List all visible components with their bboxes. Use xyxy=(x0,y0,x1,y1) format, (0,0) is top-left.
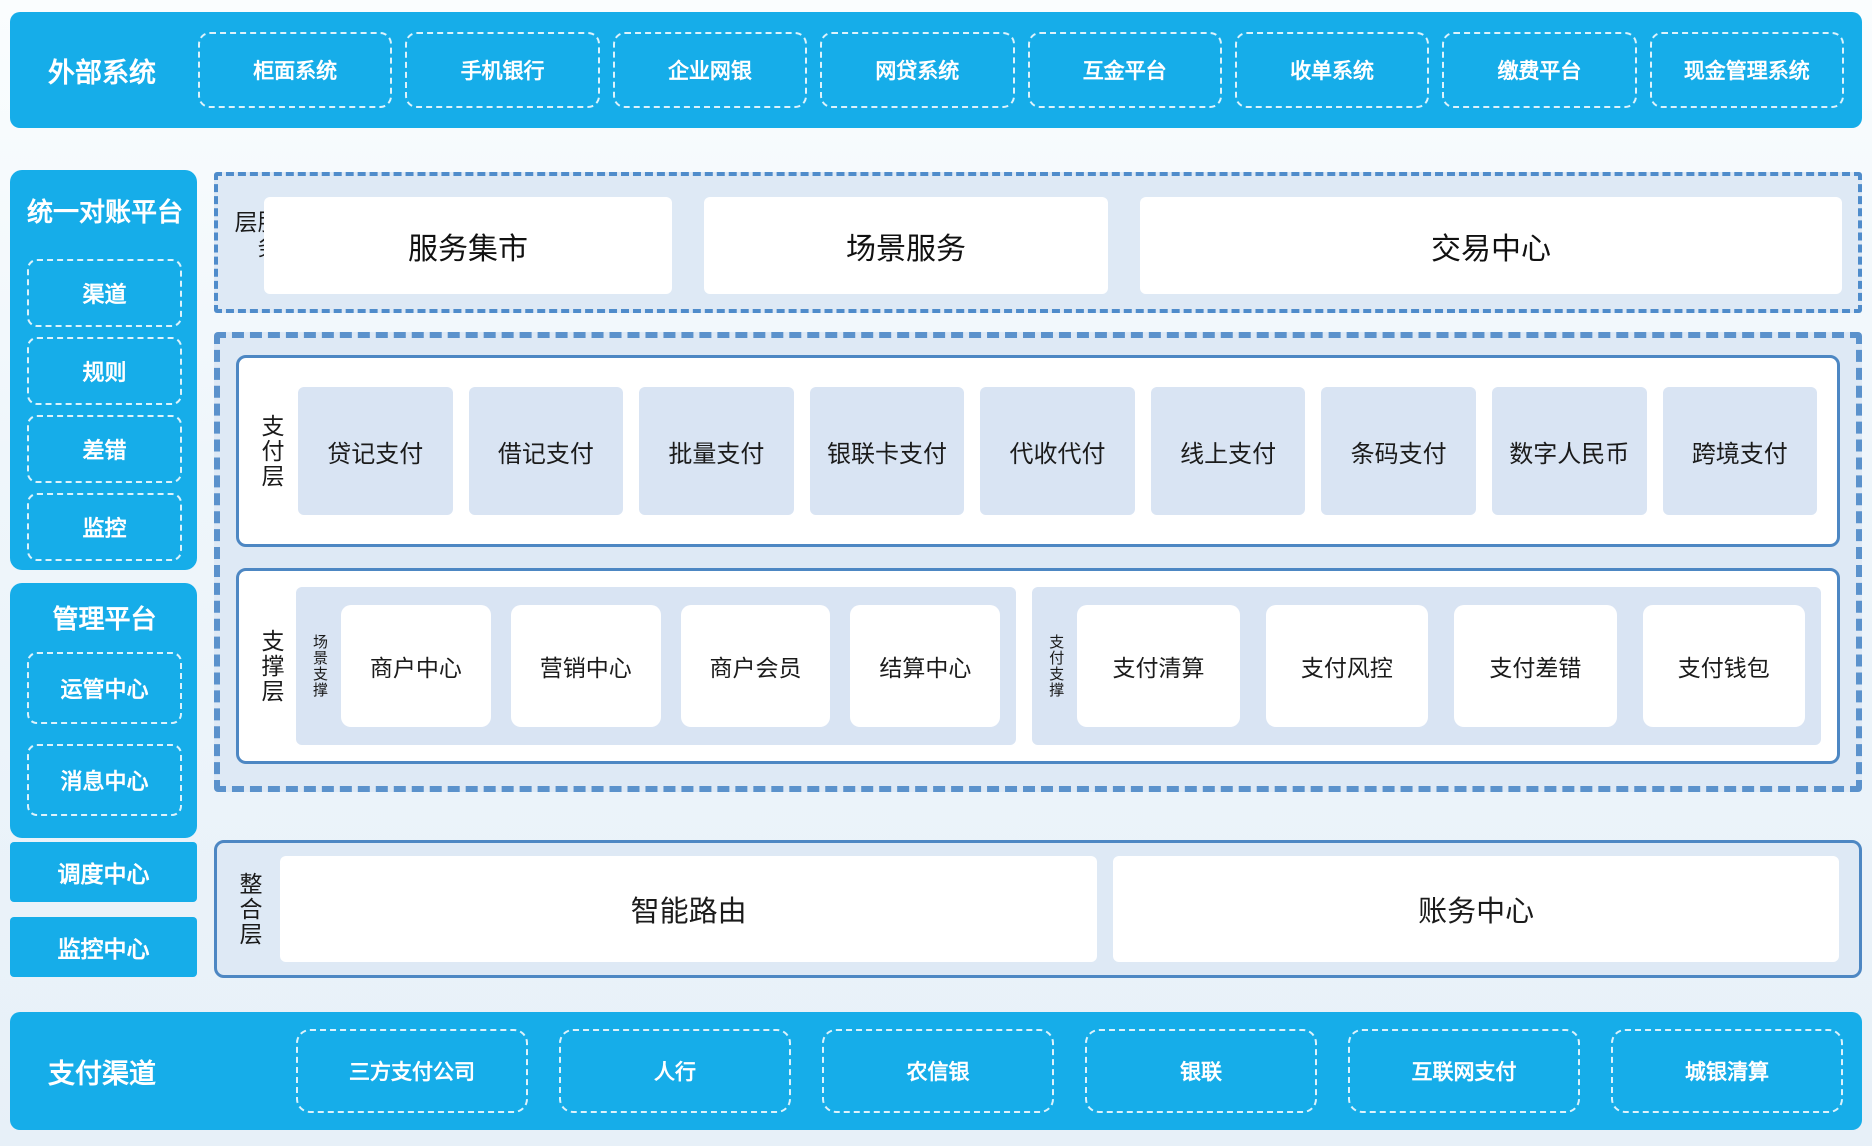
payment-item: 批量支付 xyxy=(639,387,794,515)
payment-support-item: 支付差错 xyxy=(1454,605,1616,727)
support-layer: 支撑层 场景支撑 商户中心 营销中心 商户会员 结算中心 支付支撑 支付清算 支… xyxy=(236,568,1840,764)
payment-channel-item: 三方支付公司 xyxy=(296,1029,528,1113)
reconciliation-items: 渠道 规则 差错 监控 xyxy=(27,259,182,561)
external-system-item: 现金管理系统 xyxy=(1650,32,1844,108)
payment-item: 银联卡支付 xyxy=(810,387,965,515)
integration-layer: 整合层 智能路由 账务中心 xyxy=(214,840,1862,978)
payment-channel-item: 银联 xyxy=(1085,1029,1317,1113)
payment-support-item: 支付清算 xyxy=(1077,605,1239,727)
integration-item: 智能路由 xyxy=(280,856,1097,962)
integration-layer-label: 整合层 xyxy=(237,872,260,947)
scene-support-items: 商户中心 营销中心 商户会员 结算中心 xyxy=(341,605,1000,727)
core-layers-container: 支付层 贷记支付 借记支付 批量支付 银联卡支付 代收代付 线上支付 条码支付 … xyxy=(214,332,1862,792)
management-item: 消息中心 xyxy=(27,744,182,816)
management-platform-panel: 管理平台 运管中心 消息中心 xyxy=(10,583,197,838)
external-system-item: 互金平台 xyxy=(1028,32,1222,108)
reconciliation-item: 渠道 xyxy=(27,259,182,327)
external-system-item: 收单系统 xyxy=(1235,32,1429,108)
support-layer-panels: 场景支撑 商户中心 营销中心 商户会员 结算中心 支付支撑 支付清算 支付风控 … xyxy=(296,587,1821,745)
reconciliation-item: 规则 xyxy=(27,337,182,405)
reconciliation-platform-panel: 统一对账平台 渠道 规则 差错 监控 xyxy=(10,170,197,570)
external-system-item: 缴费平台 xyxy=(1442,32,1636,108)
payment-item: 跨境支付 xyxy=(1663,387,1818,515)
external-system-item: 手机银行 xyxy=(405,32,599,108)
payment-layer: 支付层 贷记支付 借记支付 批量支付 银联卡支付 代收代付 线上支付 条码支付 … xyxy=(236,355,1840,547)
payment-support-panel: 支付支撑 支付清算 支付风控 支付差错 支付钱包 xyxy=(1032,587,1821,745)
reconciliation-item: 监控 xyxy=(27,493,182,561)
external-systems-title: 外部系统 xyxy=(48,51,156,90)
service-layer: 服务层 服务集市 场景服务 交易中心 xyxy=(214,172,1862,313)
payment-channel-item: 农信银 xyxy=(822,1029,1054,1113)
payment-item: 代收代付 xyxy=(980,387,1135,515)
scene-support-label: 场景支撑 xyxy=(312,634,327,698)
external-system-item: 柜面系统 xyxy=(198,32,392,108)
service-layer-item: 服务集市 xyxy=(264,197,672,294)
payment-channels-banner: 支付渠道 三方支付公司 人行 农信银 银联 互联网支付 城银清算 xyxy=(10,1012,1862,1130)
payment-channels-title: 支付渠道 xyxy=(48,1052,156,1091)
payment-channel-item: 互联网支付 xyxy=(1348,1029,1580,1113)
management-platform-title: 管理平台 xyxy=(27,599,182,636)
external-system-item: 企业网银 xyxy=(613,32,807,108)
payment-architecture-diagram: 外部系统 柜面系统 手机银行 企业网银 网贷系统 互金平台 收单系统 缴费平台 … xyxy=(0,0,1872,1146)
scene-support-item: 结算中心 xyxy=(850,605,1000,727)
payment-support-item: 支付钱包 xyxy=(1643,605,1805,727)
payment-channels-items: 三方支付公司 人行 农信银 银联 互联网支付 城银清算 xyxy=(296,1029,1843,1113)
reconciliation-item: 差错 xyxy=(27,415,182,483)
payment-item: 贷记支付 xyxy=(298,387,453,515)
reconciliation-platform-title: 统一对账平台 xyxy=(27,192,182,229)
payment-layer-items: 贷记支付 借记支付 批量支付 银联卡支付 代收代付 线上支付 条码支付 数字人民… xyxy=(298,387,1817,515)
payment-support-label: 支付支撑 xyxy=(1048,634,1063,698)
management-item: 运管中心 xyxy=(27,652,182,724)
scene-support-item: 商户中心 xyxy=(341,605,491,727)
external-systems-items: 柜面系统 手机银行 企业网银 网贷系统 互金平台 收单系统 缴费平台 现金管理系… xyxy=(198,32,1844,108)
external-systems-banner: 外部系统 柜面系统 手机银行 企业网银 网贷系统 互金平台 收单系统 缴费平台 … xyxy=(10,12,1862,128)
payment-item: 数字人民币 xyxy=(1492,387,1647,515)
monitoring-center-block: 监控中心 xyxy=(10,917,197,977)
integration-layer-items: 智能路由 账务中心 xyxy=(280,856,1839,962)
scene-support-item: 商户会员 xyxy=(681,605,831,727)
payment-support-items: 支付清算 支付风控 支付差错 支付钱包 xyxy=(1077,605,1805,727)
support-layer-label: 支撑层 xyxy=(259,629,282,704)
payment-layer-label: 支付层 xyxy=(259,414,282,489)
payment-item: 线上支付 xyxy=(1151,387,1306,515)
scheduling-center-block: 调度中心 xyxy=(10,842,197,902)
payment-channel-item: 城银清算 xyxy=(1611,1029,1843,1113)
payment-support-item: 支付风控 xyxy=(1266,605,1428,727)
integration-item: 账务中心 xyxy=(1113,856,1839,962)
scene-support-panel: 场景支撑 商户中心 营销中心 商户会员 结算中心 xyxy=(296,587,1016,745)
payment-item: 条码支付 xyxy=(1321,387,1476,515)
payment-item: 借记支付 xyxy=(469,387,624,515)
payment-channel-item: 人行 xyxy=(559,1029,791,1113)
external-system-item: 网贷系统 xyxy=(820,32,1014,108)
service-layer-item: 场景服务 xyxy=(704,197,1108,294)
scene-support-item: 营销中心 xyxy=(511,605,661,727)
management-items: 运管中心 消息中心 xyxy=(27,652,182,816)
service-layer-item: 交易中心 xyxy=(1140,197,1842,294)
